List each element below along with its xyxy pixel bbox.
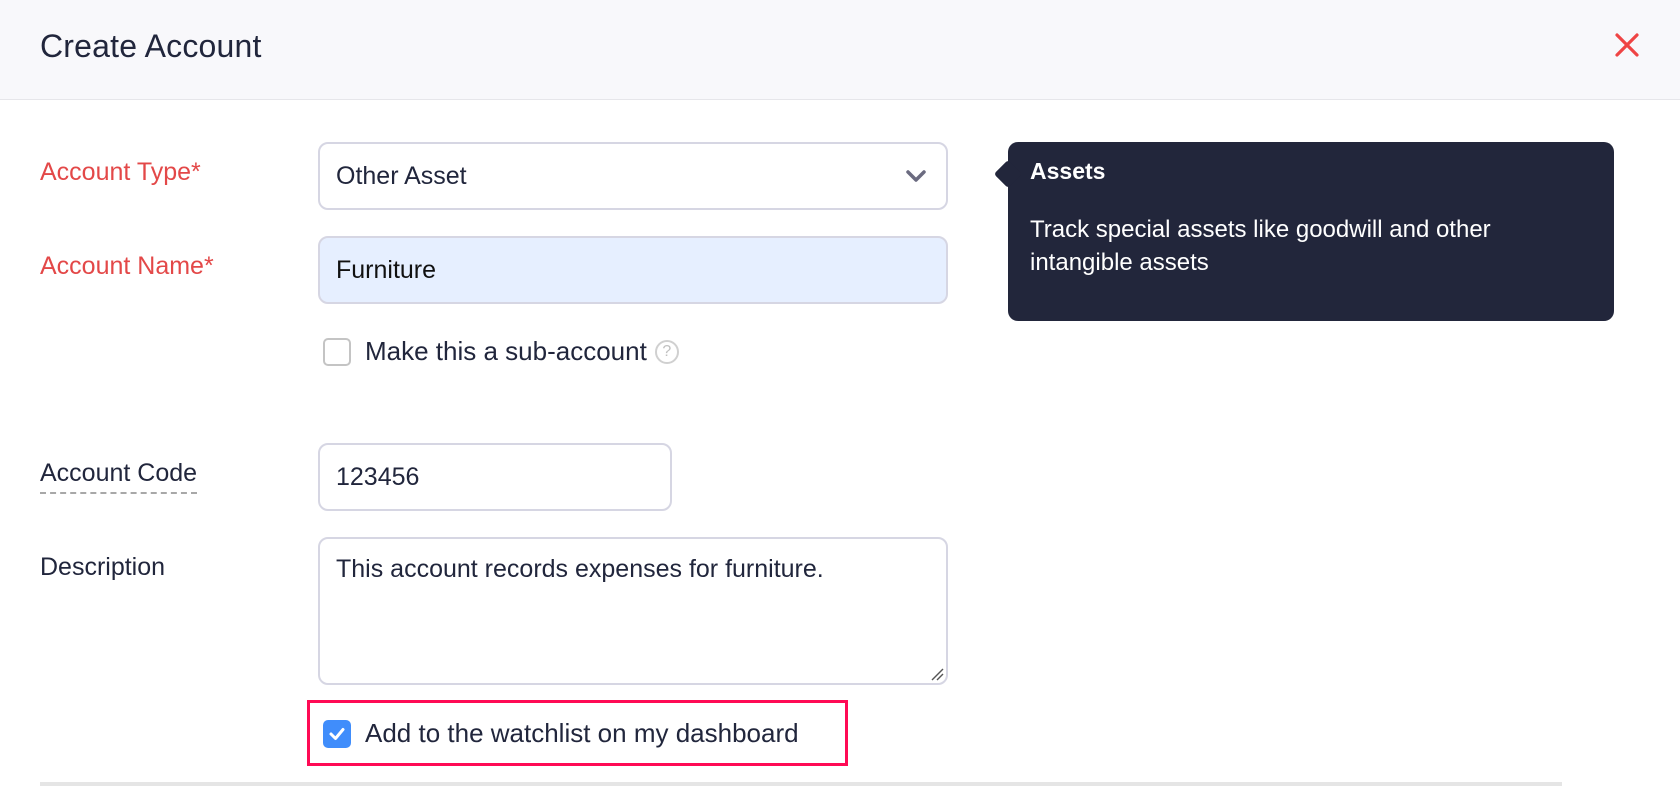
account-type-select[interactable]: Other Asset: [318, 142, 948, 210]
footer-divider: [40, 782, 1562, 786]
tooltip-body: Track special assets like goodwill and o…: [1030, 216, 1491, 276]
account-code-value: 123456: [336, 462, 420, 491]
account-type-value: Other Asset: [336, 161, 467, 190]
help-icon[interactable]: ?: [654, 339, 679, 364]
account-code-input[interactable]: 123456: [318, 443, 672, 511]
close-button[interactable]: [1612, 30, 1642, 60]
sub-account-checkbox[interactable]: [323, 337, 351, 366]
sub-account-row: Make this a sub-account ?: [323, 336, 679, 367]
resize-handle-icon[interactable]: [930, 667, 944, 681]
sub-account-label[interactable]: Make this a sub-account: [365, 336, 647, 367]
account-type-label: Account Type*: [40, 158, 201, 186]
account-code-label[interactable]: Account Code: [40, 459, 198, 494]
dialog-header: Create Account: [0, 0, 1680, 100]
description-textarea[interactable]: This account records expenses for furnit…: [318, 537, 948, 685]
watchlist-row: Add to the watchlist on my dashboard: [323, 718, 799, 749]
description-value: This account records expenses for furnit…: [336, 555, 824, 583]
description-label: Description: [40, 553, 166, 581]
account-name-value: Furniture: [336, 255, 437, 284]
account-name-input[interactable]: Furniture: [318, 236, 948, 304]
account-name-label: Account Name*: [40, 252, 214, 280]
watchlist-label[interactable]: Add to the watchlist on my dashboard: [365, 718, 799, 749]
chevron-down-icon: [906, 170, 926, 182]
close-x-icon: [1615, 33, 1639, 57]
tooltip-title: Assets: [1030, 158, 1106, 184]
dialog-title: Create Account: [40, 28, 262, 64]
watchlist-checkbox[interactable]: [323, 719, 351, 748]
account-type-tooltip: Assets Track special assets like goodwil…: [1008, 142, 1614, 321]
checkmark-icon: [329, 727, 345, 740]
